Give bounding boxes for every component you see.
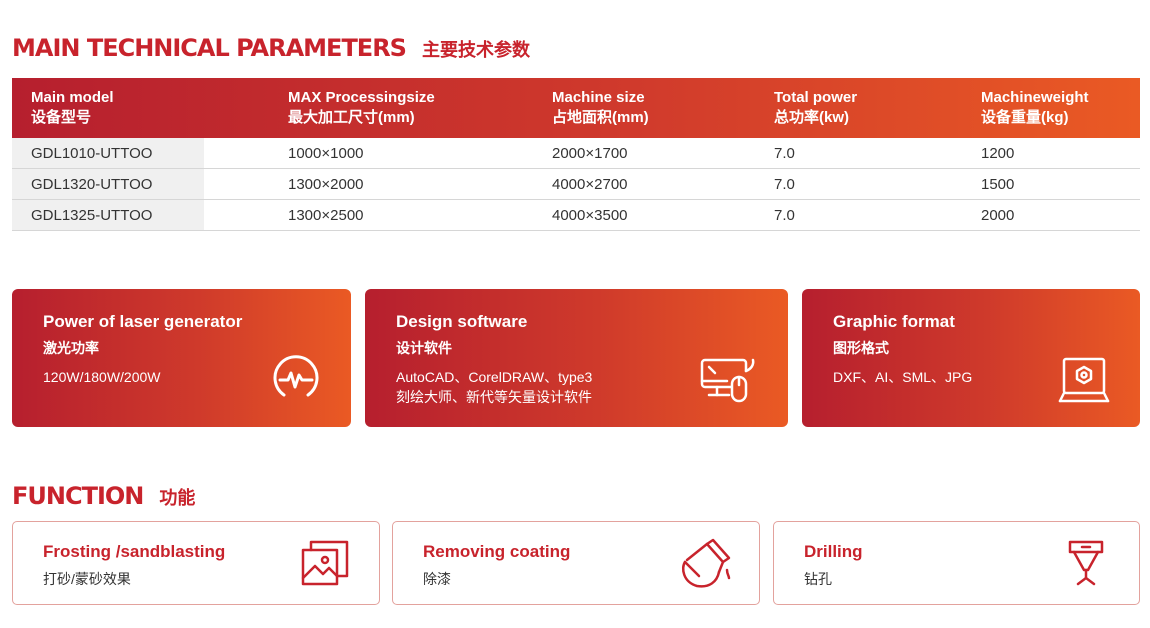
header-label-cn: 设备重量(kg) <box>981 109 1069 126</box>
feature-subtitle: 图形格式 <box>833 340 889 356</box>
pulse-gauge-icon <box>270 353 322 410</box>
feature-desc-line: AutoCAD、CorelDRAW、type3 <box>396 369 593 385</box>
function-subtitle: 钻孔 <box>804 571 832 587</box>
header-label-en: MAX Processingsize <box>288 89 435 106</box>
feature-title: Graphic format <box>833 312 955 331</box>
cell-model: GDL1010-UTTOO <box>12 138 204 168</box>
cell-max-size: 1300×2500 <box>288 206 364 224</box>
function-section-title: FUNCTION 功能 <box>12 482 195 510</box>
image-stack-icon <box>301 538 351 593</box>
function-title-cn: 功能 <box>159 488 196 509</box>
feature-desc: AutoCAD、CorelDRAW、type3 刻绘大师、新代等矢量设计软件 <box>396 367 592 407</box>
header-machine-weight: Machineweight 设备重量(kg) <box>981 78 1140 138</box>
cell-machine-size: 2000×1700 <box>552 144 628 162</box>
feature-card-graphic-format: Graphic format 图形格式 DXF、AI、SML、JPG <box>802 289 1140 427</box>
parameters-title-en: MAIN TECHNICAL PARAMETERS <box>12 34 407 62</box>
header-label-en: Machine size <box>552 89 645 106</box>
table-header: Main model 设备型号 MAX Processingsize 最大加工尺… <box>12 78 1140 138</box>
function-card-frosting: Frosting /sandblasting 打砂/蒙砂效果 <box>12 521 380 605</box>
cell-weight: 2000 <box>981 206 1015 224</box>
feature-card-design-software: Design software 设计软件 AutoCAD、CorelDRAW、t… <box>365 289 788 427</box>
feature-title: Design software <box>396 312 528 331</box>
function-title: Drilling <box>804 542 863 561</box>
cell-power: 7.0 <box>774 144 795 162</box>
laser-head-icon <box>1064 538 1108 595</box>
table-row: GDL1320-UTTOO 1300×2000 4000×2700 7.0 15… <box>12 169 1140 200</box>
feature-card-laser-power: Power of laser generator 激光功率 120W/180W/… <box>12 289 351 427</box>
cell-max-size: 1300×2000 <box>288 175 364 193</box>
cell-power: 7.0 <box>774 206 795 224</box>
parameters-table: Main model 设备型号 MAX Processingsize 最大加工尺… <box>12 78 1140 231</box>
cell-machine-size: 4000×2700 <box>552 175 628 193</box>
laptop-hexagon-icon <box>1058 355 1110 412</box>
table-row: GDL1325-UTTOO 1300×2500 4000×3500 7.0 20… <box>12 200 1140 231</box>
cell-weight: 1500 <box>981 175 1015 193</box>
table-row: GDL1010-UTTOO 1000×1000 2000×1700 7.0 12… <box>12 138 1140 169</box>
cell-machine-size: 4000×3500 <box>552 206 628 224</box>
cell-weight: 1200 <box>981 144 1015 162</box>
paint-pour-icon <box>679 538 733 595</box>
header-machine-size: Machine size 占地面积(mm) <box>552 78 774 138</box>
feature-subtitle: 激光功率 <box>43 340 99 356</box>
feature-desc-line: 刻绘大师、新代等矢量设计软件 <box>396 389 592 405</box>
header-total-power: Total power 总功率(kw) <box>774 78 981 138</box>
header-label-en: Machineweight <box>981 89 1089 106</box>
feature-desc: DXF、AI、SML、JPG <box>833 369 973 385</box>
cell-model: GDL1320-UTTOO <box>12 169 204 199</box>
cell-power: 7.0 <box>774 175 795 193</box>
header-label-cn: 设备型号 <box>31 109 92 126</box>
header-label-cn: 最大加工尺寸(mm) <box>288 109 415 126</box>
header-label-en: Main model <box>31 89 114 106</box>
feature-desc: 120W/180W/200W <box>43 369 161 385</box>
parameters-section-title: MAIN TECHNICAL PARAMETERS 主要技术参数 <box>12 34 530 62</box>
function-card-drilling: Drilling 钻孔 <box>773 521 1140 605</box>
feature-title: Power of laser generator <box>43 312 243 331</box>
feature-subtitle: 设计软件 <box>396 340 452 356</box>
function-title: Frosting /sandblasting <box>43 542 226 561</box>
function-subtitle: 打砂/蒙砂效果 <box>43 571 131 587</box>
cell-max-size: 1000×1000 <box>288 144 364 162</box>
header-main-model: Main model 设备型号 <box>12 78 288 138</box>
computer-mouse-icon <box>699 357 759 412</box>
cell-model: GDL1325-UTTOO <box>12 200 204 230</box>
function-subtitle: 除漆 <box>423 571 451 587</box>
function-title: Removing coating <box>423 542 571 561</box>
header-label-cn: 总功率(kw) <box>774 109 850 126</box>
header-max-processing-size: MAX Processingsize 最大加工尺寸(mm) <box>288 78 552 138</box>
parameters-title-cn: 主要技术参数 <box>421 40 530 61</box>
header-label-en: Total power <box>774 89 858 106</box>
function-title-en: FUNCTION <box>12 482 144 510</box>
function-card-removing-coating: Removing coating 除漆 <box>392 521 760 605</box>
header-label-cn: 占地面积(mm) <box>552 109 649 126</box>
